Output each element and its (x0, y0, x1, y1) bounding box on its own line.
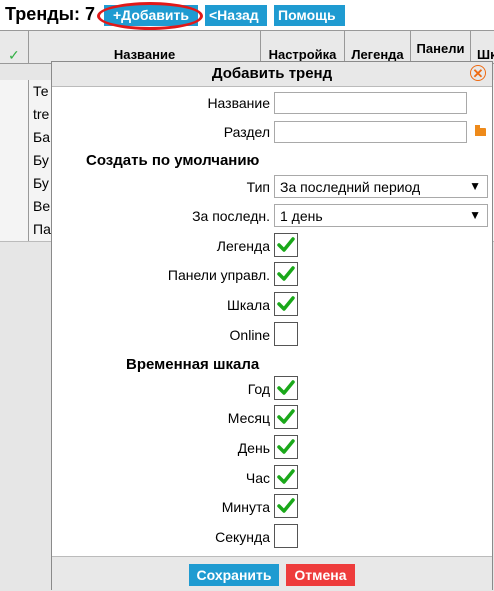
name-input[interactable] (274, 92, 467, 114)
save-button[interactable]: Сохранить (189, 564, 279, 586)
panels-checkbox[interactable] (274, 262, 298, 286)
checkmark-icon (277, 266, 295, 281)
minute-checkbox[interactable] (274, 494, 298, 518)
scale-checkbox[interactable] (274, 292, 298, 316)
top-toolbar: Тренды: 7 +Добавить <Назад Помощь (0, 0, 494, 30)
legend-checkbox[interactable] (274, 233, 298, 257)
row-name: Те (33, 83, 49, 99)
period-label: За последн. (192, 208, 270, 224)
year-label: Год (247, 381, 270, 397)
add-trend-dialog: Добавить тренд ✕ Название Раздел Создать… (51, 61, 493, 590)
legend-label: Легенда (216, 238, 270, 254)
back-button[interactable]: <Назад (205, 5, 267, 26)
dialog-title: Добавить тренд (52, 62, 492, 87)
column-header-legend[interactable]: Легенда (344, 31, 410, 63)
checkmark-icon (277, 380, 295, 395)
dialog-footer: Сохранить Отмена (52, 556, 492, 590)
folder-icon[interactable] (475, 125, 486, 136)
type-select-value: За последний период (280, 179, 421, 195)
column-header-panels[interactable]: Панели (410, 31, 470, 63)
second-checkbox[interactable] (274, 524, 298, 548)
row-name: tre (33, 106, 50, 122)
defaults-section-title: Создать по умолчанию (86, 152, 260, 169)
online-label: Online (229, 327, 270, 343)
close-icon[interactable]: ✕ (470, 65, 486, 81)
year-checkbox[interactable] (274, 376, 298, 400)
timescale-section-title: Временная шкала (126, 356, 260, 373)
scale-label: Шкала (226, 297, 270, 313)
column-header-name[interactable]: Название (28, 31, 260, 63)
help-button[interactable]: Помощь (274, 5, 345, 26)
online-checkbox[interactable] (274, 322, 298, 346)
grid-header: ✓ Название Настройка Легенда Панели Шк (0, 31, 494, 64)
panels-label: Панели управл. (167, 267, 270, 283)
column-header-scale[interactable]: Шк (470, 31, 494, 63)
hour-checkbox[interactable] (274, 465, 298, 489)
checkmark-icon (277, 237, 295, 252)
checkmark-icon (277, 498, 295, 513)
hour-label: Час (245, 470, 270, 486)
row-name: Бу (33, 152, 49, 168)
section-input[interactable] (274, 121, 467, 143)
type-label: Тип (246, 179, 270, 195)
day-label: День (237, 440, 270, 456)
checkmark-icon (277, 409, 295, 424)
section-label: Раздел (223, 124, 270, 140)
row-name: Ба (33, 129, 50, 145)
add-button-highlight (97, 2, 203, 30)
page-title: Тренды: 7 (5, 4, 95, 24)
name-label: Название (207, 95, 270, 111)
chevron-down-icon: ▼ (469, 208, 481, 222)
row-name: Be (33, 198, 51, 214)
checkmark-icon (277, 469, 295, 484)
period-select-value: 1 день (280, 208, 323, 224)
select-all-check-icon[interactable]: ✓ (8, 47, 20, 64)
month-label: Месяц (227, 410, 270, 426)
type-select[interactable]: За последний период ▼ (274, 175, 488, 198)
month-checkbox[interactable] (274, 405, 298, 429)
chevron-down-icon: ▼ (469, 179, 481, 193)
second-label: Секунда (215, 529, 270, 545)
period-select[interactable]: 1 день ▼ (274, 204, 488, 227)
cancel-button[interactable]: Отмена (286, 564, 355, 586)
checkmark-icon (277, 296, 295, 311)
row-name: Бу (33, 175, 49, 191)
row-name: Па (33, 221, 51, 237)
column-header-settings[interactable]: Настройка (260, 31, 344, 63)
checkmark-icon (277, 439, 295, 454)
minute-label: Минута (221, 499, 270, 515)
day-checkbox[interactable] (274, 435, 298, 459)
